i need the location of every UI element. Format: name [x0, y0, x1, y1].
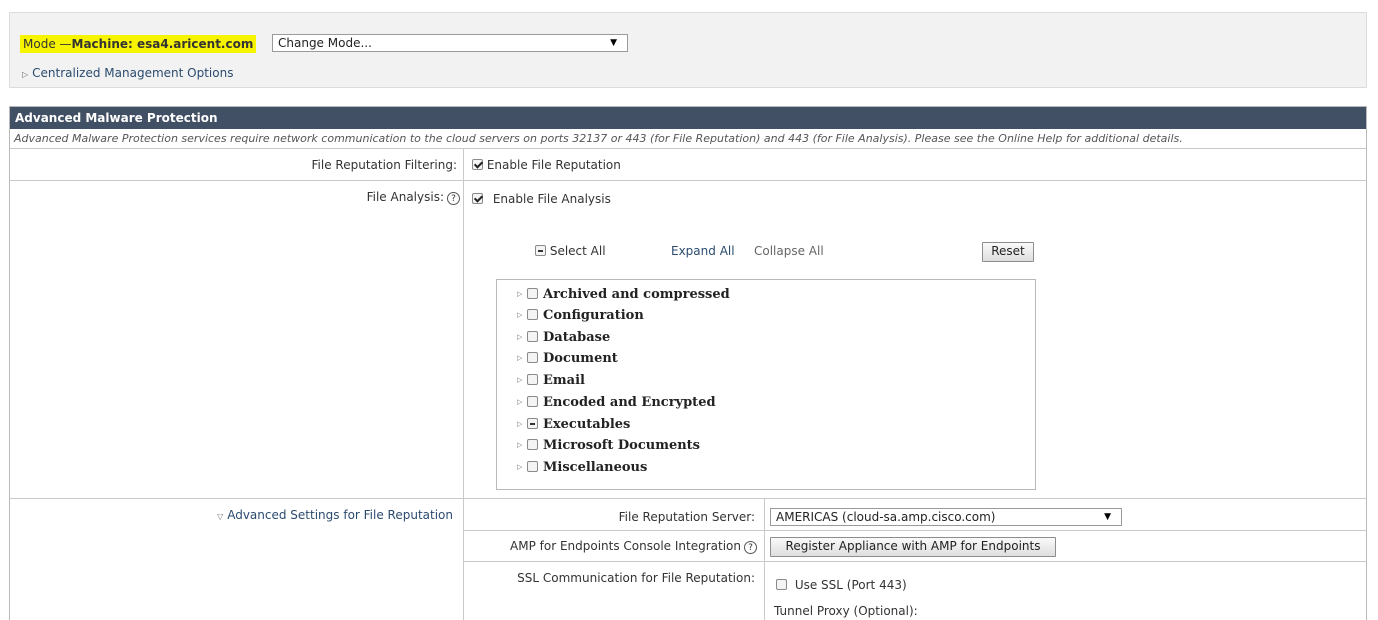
change-mode-value: Change Mode...	[278, 36, 372, 50]
file-analysis-label-wrap: File Analysis:?	[367, 189, 460, 205]
machine-name: Machine: esa4.aricent.com	[71, 37, 254, 51]
use-ssl-checkbox[interactable]	[776, 579, 787, 590]
advanced-settings-toggle[interactable]: ▽ Advanced Settings for File Reputation	[217, 507, 453, 525]
enable-file-analysis[interactable]: Enable File Analysis	[472, 191, 611, 207]
tunnel-proxy-label: Tunnel Proxy (Optional):	[774, 604, 918, 618]
file-type-label: Email	[543, 373, 585, 388]
centralized-management-label: Centralized Management Options	[32, 66, 234, 80]
tree-item[interactable]: ▷ Encoded and Encrypted	[517, 393, 716, 412]
file-type-checkbox[interactable]	[527, 461, 538, 472]
dropdown-arrow-icon: ▼	[610, 38, 617, 48]
file-reputation-checkbox[interactable]	[472, 159, 483, 170]
enable-file-reputation[interactable]: Enable File Reputation	[472, 157, 621, 173]
dropdown-arrow-icon: ▼	[1104, 512, 1111, 522]
expand-triangle-icon[interactable]: ▷	[517, 328, 527, 346]
file-reputation-server-value: AMERICAS (cloud-sa.amp.cisco.com)	[776, 510, 996, 524]
tree-item[interactable]: ▷ Document	[517, 349, 618, 368]
subrow-divider	[463, 530, 1367, 531]
row-divider	[9, 180, 1367, 181]
panel-title: Advanced Malware Protection	[10, 107, 1366, 129]
help-icon[interactable]: ?	[447, 192, 460, 205]
tree-item[interactable]: ▷ Microsoft Documents	[517, 436, 700, 455]
file-type-checkbox[interactable]	[527, 309, 538, 320]
file-types-tree: ▷ Archived and compressed ▷ Configuration …	[496, 279, 1036, 490]
file-reputation-label: File Reputation Filtering:	[311, 158, 457, 172]
file-type-checkbox[interactable]	[527, 288, 538, 299]
file-type-checkbox[interactable]	[527, 331, 538, 342]
file-reputation-server-label: File Reputation Server:	[618, 510, 755, 524]
file-type-label: Microsoft Documents	[543, 438, 700, 453]
enable-file-reputation-label: Enable File Reputation	[486, 158, 621, 172]
expand-triangle-icon[interactable]: ▷	[517, 371, 527, 389]
amp-console-label: AMP for Endpoints Console Integration	[510, 539, 741, 553]
file-type-checkbox[interactable]	[527, 396, 538, 407]
expand-triangle-icon: ▷	[22, 70, 29, 79]
file-type-label: Database	[543, 330, 611, 345]
select-all-label: Select All	[549, 244, 606, 258]
expand-triangle-icon[interactable]: ▷	[517, 349, 527, 367]
file-type-label: Executables	[543, 417, 631, 432]
mode-prefix: Mode —	[23, 37, 72, 51]
column-divider	[463, 148, 464, 620]
file-type-label: Encoded and Encrypted	[543, 395, 716, 410]
expand-triangle-icon[interactable]: ▷	[517, 393, 527, 411]
ssl-communication-label: SSL Communication for File Reputation:	[517, 571, 755, 585]
tree-item[interactable]: ▷ Executables	[517, 415, 630, 434]
reset-button[interactable]: Reset	[982, 242, 1034, 262]
file-type-label: Miscellaneous	[543, 460, 648, 475]
advanced-settings-label: Advanced Settings for File Reputation	[227, 508, 453, 522]
centralized-management-toggle[interactable]: ▷ Centralized Management Options	[22, 65, 233, 83]
use-ssl[interactable]: Use SSL (Port 443)	[776, 577, 907, 593]
subcolumn-divider	[764, 498, 765, 620]
expand-triangle-icon[interactable]: ▷	[517, 415, 527, 433]
file-type-checkbox[interactable]	[527, 418, 538, 429]
expand-triangle-icon[interactable]: ▷	[517, 306, 527, 324]
mode-label: Mode —Machine: esa4.aricent.com	[20, 35, 257, 53]
enable-file-analysis-label: Enable File Analysis	[492, 192, 611, 206]
file-reputation-server-select[interactable]: AMERICAS (cloud-sa.amp.cisco.com) ▼	[770, 508, 1122, 526]
collapse-triangle-icon: ▽	[217, 512, 224, 521]
mode-bar: Mode —Machine: esa4.aricent.com Change M…	[9, 12, 1367, 88]
file-analysis-label: File Analysis:	[366, 190, 444, 204]
expand-triangle-icon[interactable]: ▷	[517, 285, 527, 303]
amp-console-label-wrap: AMP for Endpoints Console Integration?	[510, 538, 757, 554]
panel-description: Advanced Malware Protection services req…	[10, 129, 1366, 149]
file-type-label: Document	[543, 351, 618, 366]
expand-triangle-icon[interactable]: ▷	[517, 436, 527, 454]
tree-item[interactable]: ▷ Database	[517, 328, 610, 347]
expand-all-link[interactable]: Expand All	[671, 243, 735, 259]
file-type-checkbox[interactable]	[527, 439, 538, 450]
row-divider	[9, 498, 1367, 499]
file-type-label: Configuration	[543, 308, 644, 323]
file-type-checkbox[interactable]	[527, 352, 538, 363]
subrow-divider	[463, 561, 1367, 562]
tree-item[interactable]: ▷ Miscellaneous	[517, 458, 647, 477]
file-type-checkbox[interactable]	[527, 374, 538, 385]
tree-item[interactable]: ▷ Archived and compressed	[517, 285, 730, 304]
change-mode-select[interactable]: Change Mode... ▼	[272, 34, 628, 52]
collapse-all-link[interactable]: Collapse All	[754, 243, 824, 259]
tree-item[interactable]: ▷ Email	[517, 371, 585, 390]
select-all[interactable]: Select All	[535, 243, 606, 259]
file-analysis-checkbox[interactable]	[472, 193, 483, 204]
file-type-label: Archived and compressed	[543, 287, 730, 302]
use-ssl-label: Use SSL (Port 443)	[794, 578, 907, 592]
select-all-checkbox[interactable]	[535, 245, 546, 256]
help-icon[interactable]: ?	[744, 541, 757, 554]
expand-triangle-icon[interactable]: ▷	[517, 458, 527, 476]
tree-item[interactable]: ▷ Configuration	[517, 306, 644, 325]
register-appliance-button[interactable]: Register Appliance with AMP for Endpoint…	[770, 537, 1056, 557]
